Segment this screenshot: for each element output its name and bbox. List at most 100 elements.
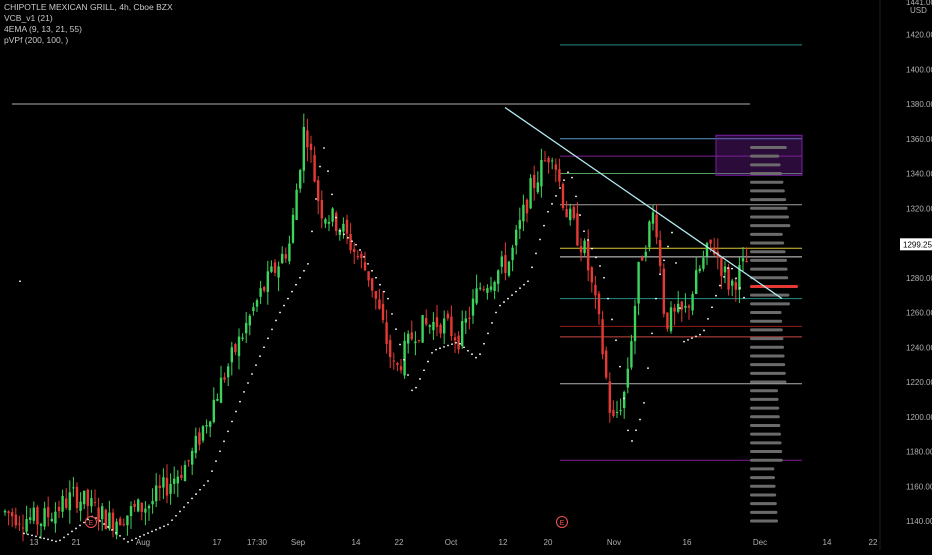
earnings-marker-label: E [560, 520, 565, 527]
ema-dot [587, 239, 589, 241]
profile-bar [750, 519, 778, 523]
price-tick-label: 1280.00 [906, 274, 932, 283]
chart-area[interactable]: 1441.00USD1420.001400.001380.001360.0013… [0, 0, 932, 550]
candle-body [590, 267, 593, 283]
price-tick-label: 1260.00 [906, 309, 932, 318]
candle-body [392, 360, 395, 362]
candle-body [669, 307, 673, 332]
candle-body [75, 486, 79, 509]
candlestick-chart[interactable]: 1441.00USD1420.001400.001380.001360.0013… [0, 0, 932, 550]
ema-dot [155, 528, 157, 531]
candle-body [410, 332, 413, 340]
time-tick-label: 12 [499, 538, 508, 547]
candle-body [342, 223, 345, 232]
ema-dot [715, 294, 717, 297]
candle-body [331, 208, 334, 222]
candle-body [597, 293, 601, 315]
ema-dot [431, 351, 433, 354]
time-tick-label: Dec [753, 538, 767, 547]
candle-body [641, 257, 644, 261]
ema-dot [363, 256, 365, 258]
candle-body [698, 268, 701, 272]
candle-body [317, 180, 320, 201]
candle-body [569, 208, 572, 221]
candle-body [734, 282, 737, 290]
ema-dot [423, 369, 425, 372]
profile-bar [750, 284, 798, 288]
candle-body [561, 183, 565, 209]
profile-bar [750, 432, 781, 436]
candle-body [479, 287, 482, 289]
candle-body [187, 460, 190, 462]
ema-dot [71, 530, 73, 533]
candle-body [662, 268, 665, 314]
ema-dot [683, 340, 685, 343]
candle-body [435, 317, 439, 328]
candle-body [486, 288, 489, 293]
candle-body [245, 323, 248, 334]
time-tick-label: 21 [72, 538, 81, 547]
candle-body [533, 174, 536, 188]
ema-dot [547, 210, 549, 213]
chart-legend: CHIPOTLE MEXICAN GRILL, 4h, Cboe BZX VCB… [4, 2, 173, 46]
ema-dot [215, 460, 217, 463]
ema-dot [679, 307, 681, 310]
ema-dot [395, 328, 397, 331]
profile-bar [750, 198, 787, 202]
ema-dot [523, 283, 525, 286]
candle-body [385, 322, 388, 344]
candle-body [684, 305, 687, 308]
time-tick-label: 22 [395, 538, 404, 547]
candle-body [356, 256, 359, 258]
candle-body [367, 271, 370, 281]
price-tick-label: 1180.00 [906, 448, 932, 457]
profile-bar [750, 206, 788, 210]
ema-dot [271, 328, 273, 331]
profile-bar [750, 276, 789, 280]
candle-body [93, 502, 97, 504]
candle-body [504, 255, 507, 273]
ema-dot [59, 539, 61, 542]
ema-dot [531, 266, 533, 269]
ema-dot [287, 297, 289, 300]
ema-dot [295, 283, 297, 286]
candle-body [7, 511, 10, 514]
candle-body [173, 478, 176, 484]
ema-dot [283, 304, 285, 307]
candle-body [65, 498, 68, 508]
candle-body [349, 233, 352, 251]
candle-body [626, 368, 629, 388]
ema-dot [451, 343, 453, 346]
candle-body [414, 341, 417, 344]
candle-body [86, 489, 89, 506]
candle-body [709, 239, 712, 244]
indicator-4ema: 4EMA (9, 13, 21, 55) [4, 24, 82, 34]
candle-body [36, 507, 39, 525]
profile-bar [750, 406, 780, 410]
candle-body [605, 350, 608, 378]
ema-dot [51, 539, 53, 542]
ema-dot [551, 202, 553, 205]
candle-body [507, 261, 511, 276]
ema-dot [103, 523, 105, 525]
candle-body [403, 340, 406, 376]
ema-dot [515, 290, 517, 293]
candle-body [288, 243, 291, 262]
candle-body [237, 336, 241, 357]
profile-bar [750, 484, 776, 488]
ema-dots [19, 147, 745, 543]
candle-body [518, 220, 521, 229]
ema-dot [79, 524, 81, 527]
ema-dot [319, 165, 321, 168]
ema-dot [459, 342, 461, 345]
ema-dot [743, 296, 745, 299]
time-tick-label: 22 [869, 538, 878, 547]
ema-dot [263, 346, 265, 349]
candle-body [25, 519, 28, 532]
candle-body [299, 170, 302, 189]
profile-bar [750, 302, 790, 306]
candle-body [129, 506, 133, 517]
profile-bar [750, 337, 784, 341]
ema-dot [375, 276, 377, 279]
time-tick-label: 17:30 [247, 538, 268, 547]
